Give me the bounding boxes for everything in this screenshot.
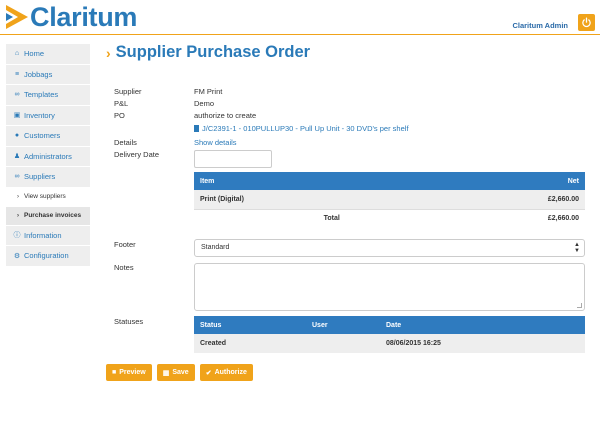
- gear-icon: ⚙: [13, 252, 21, 260]
- sidebar-item-jobbags[interactable]: ≡ Jobbags: [6, 64, 90, 85]
- sidebar-item-label: Inventory: [24, 110, 55, 120]
- authorize-button[interactable]: ✔ Authorize: [199, 364, 253, 381]
- pl-value: Demo: [194, 99, 215, 108]
- sidebar-item-label: Templates: [24, 90, 59, 100]
- sidebar-item-inventory[interactable]: ▣ Inventory: [6, 105, 90, 126]
- sidebar-item-administrators[interactable]: ♟ Administrators: [6, 146, 90, 167]
- paperclip-icon: ∞: [14, 91, 20, 99]
- save-icon: ▦: [162, 369, 170, 377]
- sidebar-item-label: Configuration: [24, 251, 69, 261]
- sidebar-item-label: Administrators: [24, 151, 72, 161]
- date-cell: 08/06/2015 16:25: [380, 334, 585, 353]
- total-row: Total £2,660.00: [194, 208, 585, 228]
- item-column-header: Item: [194, 172, 515, 190]
- list-icon: ≡: [14, 70, 20, 78]
- sidebar-item-label: Jobbags: [24, 69, 53, 79]
- delivery-date-label: Delivery Date: [114, 150, 160, 159]
- table-header-row: Status User Date: [194, 316, 585, 334]
- total-label: Total: [194, 208, 515, 228]
- logo-text: Claritum: [30, 2, 138, 32]
- user-column-header: User: [306, 316, 380, 334]
- sidebar-item-label: Information: [24, 230, 62, 240]
- sidebar-item-information[interactable]: ⓘ Information: [6, 225, 90, 246]
- table-row: Created 08/06/2015 16:25: [194, 334, 585, 353]
- sidebar-nav: ⌂ Home ≡ Jobbags ∞ Templates ▣ Inventory…: [6, 44, 90, 267]
- delivery-date-input[interactable]: [194, 150, 272, 168]
- select-arrows-icon: ▲ ▼: [574, 242, 580, 254]
- supplier-value: FM Print: [194, 87, 223, 96]
- sidebar-item-suppliers[interactable]: ∞ Suppliers: [6, 167, 90, 188]
- status-cell: Created: [194, 334, 306, 353]
- footer-select-value: Standard: [201, 244, 230, 251]
- current-user-name[interactable]: Claritum Admin: [512, 21, 568, 30]
- total-value: £2,660.00: [514, 208, 585, 228]
- document-icon: [194, 125, 199, 132]
- info-icon: ⓘ: [13, 232, 21, 240]
- supplier-label: Supplier: [114, 87, 142, 96]
- inventory-icon: ▣: [13, 112, 21, 120]
- status-table: Status User Date Created 08/06/2015 16:2…: [194, 316, 585, 353]
- sidebar-item-purchase-invoices[interactable]: › Purchase invoices: [6, 206, 90, 226]
- preview-button[interactable]: ■ Preview: [106, 364, 152, 381]
- sidebar-item-home[interactable]: ⌂ Home: [6, 44, 90, 65]
- power-icon: [582, 17, 591, 28]
- sidebar-item-label: View suppliers: [24, 193, 66, 200]
- notes-label: Notes: [114, 263, 134, 272]
- check-circle-icon: ✔: [205, 369, 212, 377]
- po-value: authorize to create: [194, 111, 257, 120]
- logout-button[interactable]: [578, 14, 595, 31]
- action-buttons: ■ Preview ▦ Save ✔ Authorize: [106, 364, 253, 381]
- user-cell: [306, 334, 380, 353]
- table-header-row: Item Net: [194, 172, 585, 190]
- statuses-label: Statuses: [114, 317, 144, 326]
- paperclip-icon: ∞: [14, 173, 20, 181]
- page-title-text: Supplier Purchase Order: [115, 43, 311, 61]
- job-link[interactable]: J/C2391-1 - 010PULLUP30 - Pull Up Unit -…: [194, 124, 409, 133]
- sidebar-item-label: Customers: [24, 131, 61, 141]
- save-button-label: Save: [172, 369, 189, 376]
- item-cell: Print (Digital): [194, 190, 515, 209]
- sidebar-item-label: Purchase invoices: [24, 212, 82, 219]
- status-column-header: Status: [194, 316, 306, 334]
- table-row: Print (Digital) £2,660.00: [194, 190, 585, 209]
- job-link-text: J/C2391-1 - 010PULLUP30 - Pull Up Unit -…: [202, 124, 409, 133]
- net-cell: £2,660.00: [514, 190, 585, 209]
- home-icon: ⌂: [14, 50, 20, 58]
- authorize-button-label: Authorize: [214, 369, 247, 376]
- footer-select[interactable]: Standard ▲ ▼: [194, 239, 585, 257]
- chevron-right-icon: ›: [17, 193, 19, 200]
- po-label: PO: [114, 111, 125, 120]
- logo[interactable]: Claritum: [6, 3, 137, 31]
- preview-button-label: Preview: [119, 369, 146, 376]
- items-table: Item Net Print (Digital) £2,660.00 Total…: [194, 172, 585, 228]
- user-icon: ♟: [13, 153, 21, 161]
- sidebar-item-customers[interactable]: ● Customers: [6, 126, 90, 147]
- globe-icon: ●: [14, 132, 20, 140]
- sidebar-item-configuration[interactable]: ⚙ Configuration: [6, 246, 90, 267]
- chevron-right-icon: ›: [17, 212, 19, 219]
- sidebar-item-label: Home: [24, 49, 45, 59]
- net-column-header: Net: [514, 172, 585, 190]
- app-header: Claritum Claritum Admin: [0, 0, 600, 35]
- notes-textarea[interactable]: [194, 263, 585, 311]
- logo-mark-icon: [6, 5, 28, 29]
- sidebar-item-templates[interactable]: ∞ Templates: [6, 85, 90, 106]
- file-icon: ■: [112, 369, 117, 376]
- page-title: › Supplier Purchase Order: [106, 43, 310, 62]
- sidebar-item-view-suppliers[interactable]: › View suppliers: [6, 187, 90, 207]
- date-column-header: Date: [380, 316, 585, 334]
- footer-label: Footer: [114, 240, 136, 249]
- save-button[interactable]: ▦ Save: [156, 364, 195, 381]
- show-details-link[interactable]: Show details: [194, 138, 237, 147]
- pl-label: P&L: [114, 99, 129, 108]
- resize-handle-icon[interactable]: [577, 303, 582, 308]
- details-label: Details: [114, 138, 137, 147]
- chevron-right-icon: ›: [106, 44, 111, 61]
- sidebar-item-label: Suppliers: [24, 172, 56, 182]
